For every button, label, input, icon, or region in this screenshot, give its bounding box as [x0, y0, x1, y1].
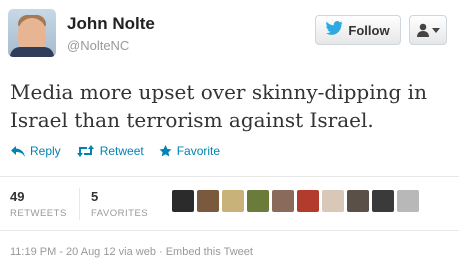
retweeter-avatars: [172, 190, 419, 212]
follow-label: Follow: [348, 22, 390, 38]
retweeter-avatar[interactable]: [247, 190, 269, 212]
follow-button[interactable]: Follow: [315, 15, 401, 45]
retweet-label: Retweet: [99, 144, 144, 158]
retweets-count[interactable]: 49: [10, 189, 24, 204]
retweets-label[interactable]: RETWEETS: [10, 208, 67, 219]
retweeter-avatar[interactable]: [197, 190, 219, 212]
caret-down-icon: [431, 27, 440, 33]
retweeter-avatar[interactable]: [347, 190, 369, 212]
favorites-count[interactable]: 5: [91, 189, 98, 204]
user-handle[interactable]: @NolteNC: [67, 38, 129, 53]
retweeter-avatar[interactable]: [322, 190, 344, 212]
favorite-label: Favorite: [176, 144, 221, 158]
twitter-bird-icon: [326, 21, 343, 39]
stats-separator: [79, 188, 80, 220]
retweeter-avatar[interactable]: [297, 190, 319, 212]
divider: [0, 230, 459, 231]
retweeter-avatar[interactable]: [172, 190, 194, 212]
favorite-action[interactable]: Favorite: [159, 144, 220, 158]
reply-action[interactable]: Reply: [11, 144, 61, 158]
retweeter-avatar[interactable]: [372, 190, 394, 212]
user-dropdown-button[interactable]: [409, 15, 447, 45]
tweet-text: Media more upset over skinny-dipping in …: [10, 80, 427, 132]
reply-label: Reply: [30, 144, 61, 158]
retweeter-avatar[interactable]: [272, 190, 294, 212]
favorites-label[interactable]: FAVORITES: [91, 208, 148, 219]
avatar-shirt: [10, 47, 54, 57]
divider: [0, 176, 459, 177]
retweet-icon: [76, 145, 95, 157]
person-icon: [416, 23, 429, 37]
reply-icon: [11, 145, 25, 157]
star-icon: [159, 145, 172, 157]
retweeter-avatar[interactable]: [222, 190, 244, 212]
user-name[interactable]: John Nolte: [67, 14, 155, 34]
retweeter-avatar[interactable]: [397, 190, 419, 212]
tweet-meta[interactable]: 11:19 PM - 20 Aug 12 via web · Embed thi…: [10, 246, 253, 258]
tweet-actions: Reply Retweet Favorite: [11, 144, 220, 158]
avatar[interactable]: [8, 9, 56, 57]
retweet-action[interactable]: Retweet: [76, 144, 144, 158]
